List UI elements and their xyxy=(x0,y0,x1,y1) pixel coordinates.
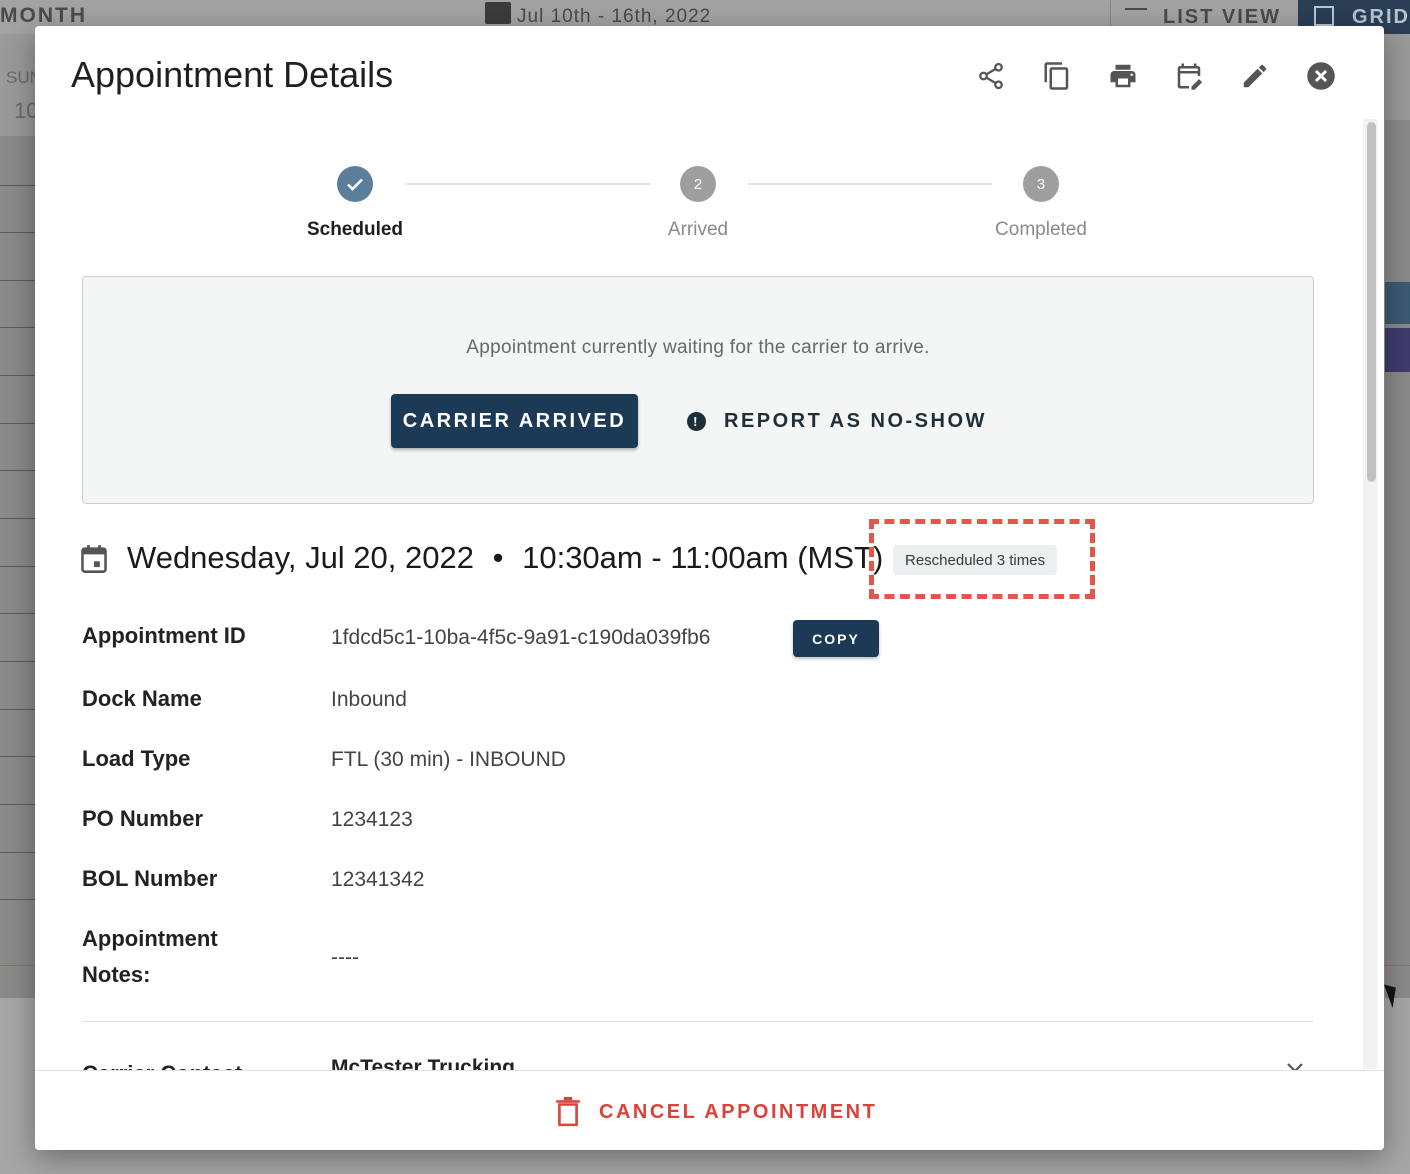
appointment-id-label: Appointment ID xyxy=(82,623,246,648)
appointment-id-value: 1fdcd5c1-10ba-4f5c-9a91-c190da039fb6 xyxy=(331,626,711,649)
grid-line xyxy=(0,756,36,757)
grid-line xyxy=(0,232,36,233)
calendar-right-column xyxy=(1385,120,1410,1000)
appointment-datetime: Wednesday, Jul 20, 2022 • 10:30am - 11:0… xyxy=(127,540,883,576)
share-icon xyxy=(979,62,1003,90)
po-number-value: 1234123 xyxy=(331,808,413,831)
calendar-event[interactable] xyxy=(1385,282,1410,324)
copy-id-button[interactable]: COPY xyxy=(793,620,879,657)
dialog-footer: CANCEL APPOINTMENT xyxy=(35,1070,1384,1150)
calendar-icon xyxy=(485,2,511,24)
highlight-annotation xyxy=(869,519,1095,599)
scrollbar-thumb[interactable] xyxy=(1367,122,1376,482)
notes-label: Appointment Notes: xyxy=(82,921,218,993)
print-icon xyxy=(1110,64,1136,88)
bol-number-value: 12341342 xyxy=(331,868,425,891)
grid-line xyxy=(0,804,36,805)
bol-number-label: BOL Number xyxy=(82,866,218,891)
grid-line xyxy=(0,709,36,710)
dialog-title: Appointment Details xyxy=(71,54,394,95)
print-button[interactable] xyxy=(1107,60,1139,92)
grid-line xyxy=(0,852,36,853)
appointment-details-dialog: Appointment Details Scheduled 2 Arrived … xyxy=(35,26,1384,1150)
step-3-label: Completed xyxy=(995,219,1087,240)
month-view-tab[interactable]: MONTH xyxy=(0,4,87,28)
notes-value: ---- xyxy=(331,946,359,969)
appointment-date: Wednesday, Jul 20, 2022 xyxy=(127,540,474,575)
notes-label-line-1: Appointment xyxy=(82,926,218,951)
notes-label-line-2: Notes: xyxy=(82,962,151,987)
step-1-label: Scheduled xyxy=(306,219,404,240)
step-2-indicator: 2 xyxy=(680,166,716,202)
report-no-show-label: REPORT AS NO-SHOW xyxy=(724,409,987,432)
step-3-indicator: 3 xyxy=(1023,166,1059,202)
duplicate-button[interactable] xyxy=(1041,60,1073,92)
section-divider xyxy=(82,1021,1313,1022)
grid-icon xyxy=(1314,6,1334,26)
alert-icon: ! xyxy=(687,411,706,431)
grid-line xyxy=(0,470,36,471)
trash-icon xyxy=(556,1097,580,1127)
list-icon xyxy=(1125,8,1147,28)
status-panel: Appointment currently waiting for the ca… xyxy=(82,276,1314,504)
close-icon xyxy=(1307,62,1335,90)
reschedule-icon xyxy=(1177,63,1203,90)
calendar-event[interactable] xyxy=(1385,328,1410,372)
grid-line xyxy=(0,280,36,281)
grid-line xyxy=(0,327,36,328)
grid-line xyxy=(0,423,36,424)
dock-name-label: Dock Name xyxy=(82,686,202,711)
stepper-connector xyxy=(748,183,992,185)
cancel-appointment-button[interactable]: CANCEL APPOINTMENT xyxy=(555,1097,877,1127)
step-2-label: Arrived xyxy=(667,219,729,240)
close-button[interactable] xyxy=(1305,60,1337,92)
calendar-icon xyxy=(81,545,107,573)
load-type-label: Load Type xyxy=(82,746,191,771)
load-type-value: FTL (30 min) - INBOUND xyxy=(331,748,566,771)
calendar-grid xyxy=(0,136,36,998)
reschedule-button[interactable] xyxy=(1173,60,1205,92)
stepper-connector xyxy=(405,183,650,185)
carrier-arrived-button[interactable]: CARRIER ARRIVED xyxy=(391,394,638,448)
grid-line xyxy=(0,899,36,900)
grid-line xyxy=(0,613,36,614)
check-icon xyxy=(347,178,363,191)
date-range-label[interactable]: Jul 10th - 16th, 2022 xyxy=(517,6,711,28)
share-button[interactable] xyxy=(975,60,1007,92)
step-1-indicator xyxy=(337,166,373,202)
grid-line xyxy=(0,661,36,662)
edit-icon xyxy=(1243,64,1267,88)
report-no-show-button[interactable]: ! REPORT AS NO-SHOW xyxy=(687,394,987,448)
status-message: Appointment currently waiting for the ca… xyxy=(466,337,930,358)
grid-line xyxy=(0,518,36,519)
copy-icon xyxy=(1044,62,1069,90)
cancel-appointment-label: CANCEL APPOINTMENT xyxy=(599,1100,878,1123)
grid-line xyxy=(0,566,36,567)
grid-line xyxy=(0,375,36,376)
po-number-label: PO Number xyxy=(82,806,204,831)
appointment-time: 10:30am - 11:00am (MST) xyxy=(522,540,884,575)
datetime-separator: • xyxy=(492,540,504,575)
dock-name-value: Inbound xyxy=(331,688,407,711)
edit-button[interactable] xyxy=(1239,60,1271,92)
grid-line xyxy=(0,185,36,186)
